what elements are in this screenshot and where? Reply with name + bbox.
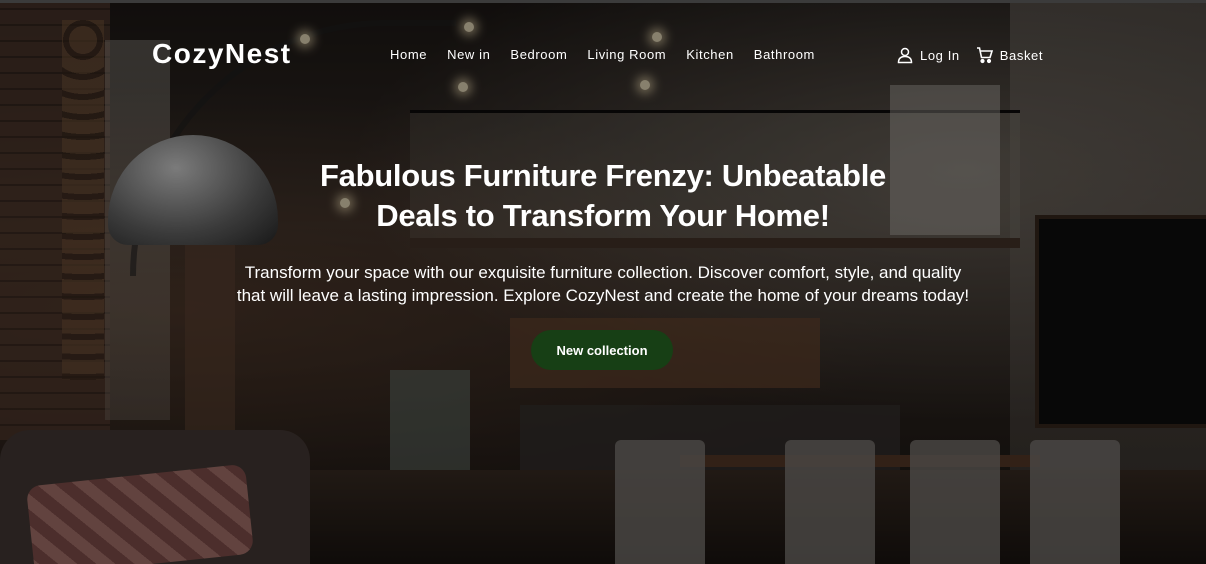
basket-link[interactable]: Basket (976, 46, 1043, 64)
account-links: Log In Basket (896, 46, 1043, 64)
nav-link-new-in[interactable]: New in (437, 46, 500, 64)
user-icon (896, 46, 914, 64)
nav-link-bedroom[interactable]: Bedroom (500, 46, 577, 64)
nav-link-bathroom[interactable]: Bathroom (744, 46, 825, 64)
basket-label: Basket (999, 47, 1044, 63)
hero-subtext-line-2: that will leave a lasting impression. Ex… (236, 286, 970, 305)
main-nav: Home New in Bedroom Living Room Kitchen … (380, 46, 825, 64)
site-header: CozyNest Home New in Bedroom Living Room… (0, 0, 1206, 110)
hero-subtext-line-1: Transform your space with our exquisite … (244, 263, 962, 282)
hero-headline-line-2: Deals to Transform Your Home! (376, 198, 830, 233)
new-collection-button[interactable]: New collection (531, 330, 673, 370)
nav-link-home[interactable]: Home (380, 46, 437, 64)
brand-logo[interactable]: CozyNest (152, 38, 292, 70)
login-link[interactable]: Log In (896, 46, 960, 64)
cart-icon (976, 46, 994, 64)
hero-section: CozyNest Home New in Bedroom Living Room… (0, 0, 1206, 564)
hero-subtext: Transform your space with our exquisite … (190, 261, 1016, 307)
nav-link-kitchen[interactable]: Kitchen (676, 46, 744, 64)
hero-headline: Fabulous Furniture Frenzy: Unbeatable De… (253, 156, 953, 236)
login-label: Log In (920, 47, 960, 63)
hero-headline-line-1: Fabulous Furniture Frenzy: Unbeatable (320, 158, 886, 193)
nav-link-living-room[interactable]: Living Room (577, 46, 676, 64)
